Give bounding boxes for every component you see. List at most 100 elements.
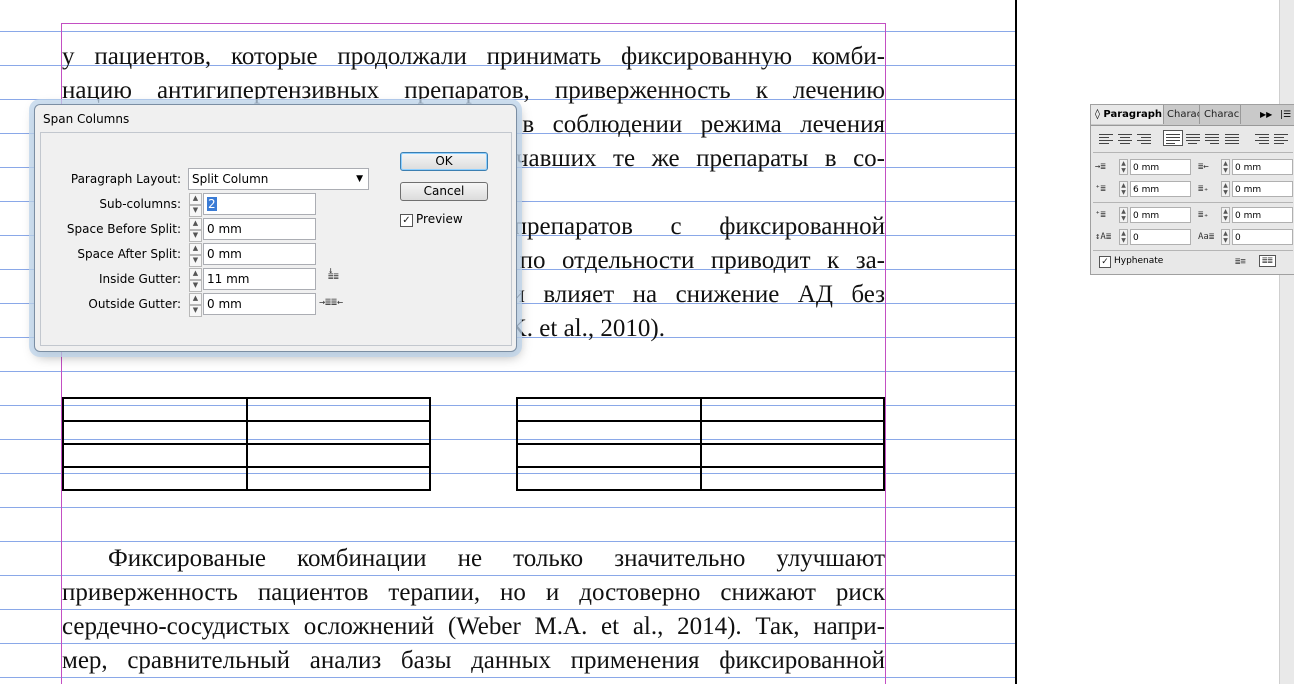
left-indent-stepper[interactable]: ▲ ▼ — [1119, 159, 1128, 175]
arrow-down-icon[interactable]: ▼ — [189, 255, 202, 267]
align-away-from-spine-icon[interactable] — [1274, 132, 1288, 144]
table-cell[interactable] — [62, 443, 248, 468]
table-cell[interactable] — [62, 466, 248, 491]
table-cell[interactable] — [245, 466, 431, 491]
drop-cap-chars-input[interactable]: 0 — [1232, 229, 1293, 245]
outside-gutter-icon: →≣≣← — [319, 297, 344, 308]
document-table-right[interactable] — [516, 397, 885, 491]
right-indent-stepper[interactable]: ▲ ▼ — [1221, 159, 1230, 175]
align-right-icon[interactable] — [1137, 132, 1151, 144]
align-center-icon[interactable] — [1118, 132, 1132, 144]
table-cell[interactable] — [516, 443, 702, 468]
left-indent-input[interactable]: 0 mm — [1130, 159, 1191, 175]
text-line: мер, сравнительный анализ базы данных пр… — [62, 647, 885, 674]
span-columns-dialog: Span Columns Paragraph Layout: Split Col… — [34, 104, 517, 352]
space-before-split-input[interactable]: 0 mm — [203, 218, 316, 240]
panel-divider — [1093, 202, 1293, 203]
space-before-split-stepper[interactable]: ▲ ▼ — [189, 218, 202, 242]
space-before-stepper[interactable]: ▲ ▼ — [1119, 207, 1128, 223]
last-line-indent-stepper[interactable]: ▲ ▼ — [1221, 181, 1230, 197]
table-cell[interactable] — [62, 420, 248, 445]
document-text-bottom[interactable]: Фиксированые комбинации не только значит… — [62, 542, 885, 678]
first-line-indent-icon: ⁺≣ — [1095, 184, 1106, 194]
baseline-line — [0, 507, 1015, 508]
preview-checkbox[interactable]: ✓ — [400, 214, 413, 227]
outside-gutter-input[interactable]: 0 mm — [203, 293, 316, 315]
arrow-down-icon[interactable]: ▼ — [189, 305, 202, 317]
dialog-body: Paragraph Layout: Split Column ▼ Sub-col… — [40, 132, 512, 346]
baseline-line — [0, 31, 1015, 32]
panel-divider — [1093, 250, 1293, 251]
panel-divider — [1093, 152, 1293, 153]
arrow-up-icon[interactable]: ▲ — [189, 193, 202, 205]
arrow-down-icon[interactable]: ▼ — [189, 205, 202, 217]
ok-button[interactable]: OK — [400, 152, 488, 171]
justify-center-icon[interactable] — [1186, 132, 1200, 144]
sub-columns-stepper[interactable]: ▲ ▼ — [189, 193, 202, 217]
sub-columns-input[interactable]: 2 — [203, 193, 316, 215]
table-cell[interactable] — [699, 466, 885, 491]
tab-character-styles[interactable]: Charac — [1200, 105, 1241, 124]
table-cell[interactable] — [245, 397, 431, 422]
space-before-split-label: Space Before Split: — [66, 222, 181, 236]
align-toward-spine-icon[interactable] — [1255, 132, 1269, 144]
space-after-stepper[interactable]: ▲ ▼ — [1221, 207, 1230, 223]
space-after-split-input[interactable]: 0 mm — [203, 243, 316, 265]
align-left-icon[interactable] — [1099, 132, 1113, 144]
sub-columns-value: 2 — [207, 197, 217, 211]
drop-cap-lines-icon: ↕A≣ — [1095, 232, 1112, 242]
space-after-input[interactable]: 0 mm — [1232, 207, 1293, 223]
text-line: Фиксированые комбинации не только значит… — [108, 545, 885, 572]
panel-menu-icon[interactable]: |☰ — [1276, 105, 1294, 124]
text-line: у пациентов, которые продолжали принимат… — [62, 43, 885, 70]
span-columns-icon[interactable]: ≣≡ — [1235, 257, 1246, 267]
drop-cap-chars-icon: Aa≣ — [1198, 232, 1215, 242]
inside-gutter-stepper[interactable]: ▲ ▼ — [189, 268, 202, 292]
inside-gutter-input[interactable]: 11 mm — [203, 268, 316, 290]
outside-gutter-label: Outside Gutter: — [88, 297, 181, 311]
last-line-indent-icon: ≣₊ — [1198, 184, 1209, 194]
outside-gutter-stepper[interactable]: ▲ ▼ — [189, 293, 202, 317]
table-cell[interactable] — [699, 420, 885, 445]
inside-gutter-row: Inside Gutter: ▲ ▼ 11 mm ↓ ≣≣ — [41, 267, 511, 292]
space-before-input[interactable]: 0 mm — [1130, 207, 1191, 223]
space-before-icon: ⁺≣ — [1095, 210, 1106, 220]
first-line-indent-input[interactable]: 6 mm — [1130, 181, 1191, 197]
drop-cap-chars-stepper[interactable]: ▲ ▼ — [1221, 229, 1230, 245]
table-cell[interactable] — [245, 443, 431, 468]
tab-paragraph[interactable]: ◊ Paragraph — [1091, 105, 1164, 124]
arrow-down-icon[interactable]: ▼ — [189, 230, 202, 242]
arrow-down-icon[interactable]: ▼ — [189, 280, 202, 292]
right-indent-input[interactable]: 0 mm — [1232, 159, 1293, 175]
last-line-indent-input[interactable]: 0 mm — [1232, 181, 1293, 197]
space-after-split-stepper[interactable]: ▲ ▼ — [189, 243, 202, 267]
hyphenate-checkbox[interactable]: ✓ — [1099, 256, 1111, 268]
arrow-up-icon[interactable]: ▲ — [189, 243, 202, 255]
paragraph-layout-select[interactable]: Split Column ▼ — [188, 168, 369, 190]
table-cell[interactable] — [516, 466, 702, 491]
drop-cap-lines-input[interactable]: 0 — [1130, 229, 1191, 245]
drop-cap-lines-stepper[interactable]: ▲ ▼ — [1119, 229, 1128, 245]
table-cell[interactable] — [699, 397, 885, 422]
arrow-up-icon[interactable]: ▲ — [189, 268, 202, 280]
tab-character[interactable]: Charac — [1163, 105, 1200, 124]
chevron-down-icon: ▼ — [356, 174, 363, 184]
first-line-indent-stepper[interactable]: ▲ ▼ — [1119, 181, 1128, 197]
panel-tab-bar: ◊ Paragraph Charac Charac ▶▶ |☰ — [1091, 105, 1294, 126]
text-line: нацию антигипертензивных препаратов, при… — [62, 77, 885, 104]
table-cell[interactable] — [699, 443, 885, 468]
table-cell[interactable] — [516, 397, 702, 422]
arrow-up-icon[interactable]: ▲ — [189, 293, 202, 305]
vertical-scrollbar[interactable] — [1279, 0, 1294, 684]
justify-left-icon[interactable] — [1163, 130, 1183, 146]
table-cell[interactable] — [516, 420, 702, 445]
justify-all-icon[interactable] — [1225, 132, 1239, 144]
justify-right-icon[interactable] — [1205, 132, 1219, 144]
arrow-up-icon[interactable]: ▲ — [189, 218, 202, 230]
document-table-left[interactable] — [62, 397, 431, 491]
split-columns-icon[interactable]: ≣≣ — [1259, 255, 1276, 267]
table-cell[interactable] — [62, 397, 248, 422]
outside-gutter-row: Outside Gutter: ▲ ▼ 0 mm →≣≣← — [41, 293, 511, 317]
table-cell[interactable] — [245, 420, 431, 445]
cancel-button[interactable]: Cancel — [400, 182, 488, 201]
